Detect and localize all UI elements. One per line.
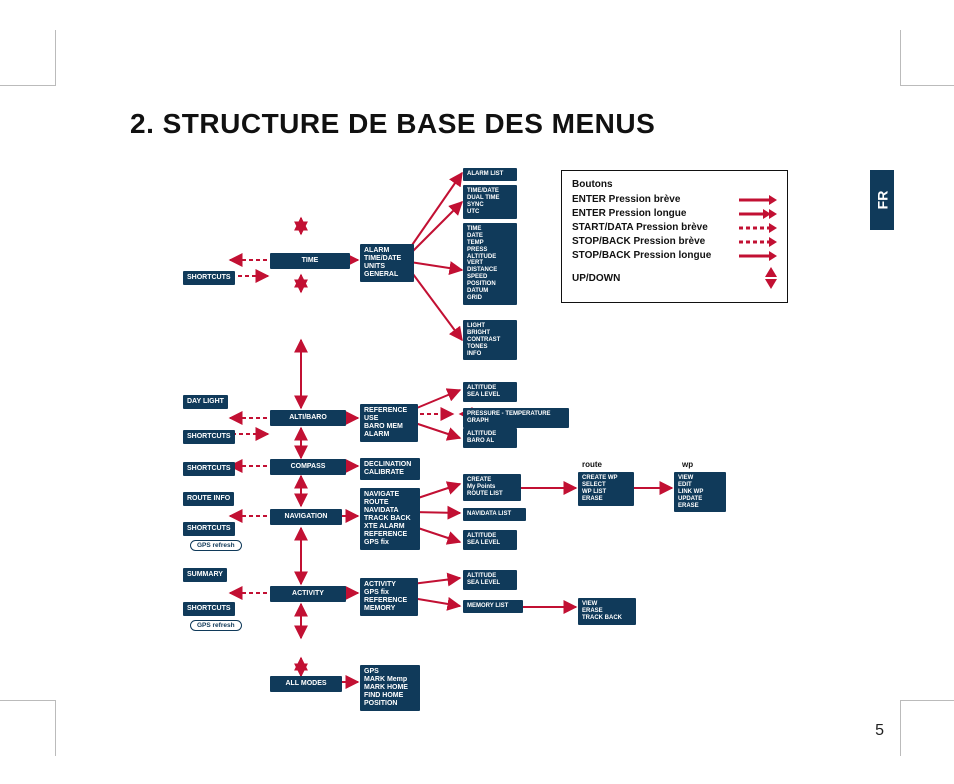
route-label: route bbox=[582, 460, 602, 469]
legend-label: UP/DOWN bbox=[572, 273, 620, 284]
mode-allmodes: ALL MODES bbox=[270, 676, 342, 692]
shortcuts-box: SHORTCUTS bbox=[183, 462, 235, 476]
legend-label: ENTER Pression brève bbox=[572, 194, 680, 205]
summary-box: SUMMARY bbox=[183, 568, 227, 582]
shortcuts-box: SHORTCUTS bbox=[183, 522, 235, 536]
ab-use-box: ALTITUDE BARO AL bbox=[463, 428, 517, 448]
mode-altibaro: ALTI/BARO bbox=[270, 410, 346, 426]
mode-time: TIME bbox=[270, 253, 350, 269]
arrow-solid-icon bbox=[739, 251, 777, 261]
legend-box: Boutons ENTER Pression brève ENTER Press… bbox=[561, 170, 788, 303]
shortcuts-box: SHORTCUTS bbox=[183, 602, 235, 616]
language-tab: FR bbox=[870, 170, 894, 230]
page-title: 2. STRUCTURE DE BASE DES MENUS bbox=[130, 108, 655, 140]
ab-reference-box: ALTITUDE SEA LEVEL bbox=[463, 382, 517, 402]
gps-refresh-pill: GPS refresh bbox=[190, 620, 242, 631]
compass-settings: DECLINATION CALIBRATE bbox=[360, 458, 420, 480]
arrow-solid-icon bbox=[739, 195, 777, 205]
time-settings: ALARM TIME/DATE UNITS GENERAL bbox=[360, 244, 414, 282]
wp-ops-box: VIEW EDIT LINK WP UPDATE ERASE bbox=[674, 472, 726, 512]
legend-row: STOP/BACK Pression brève bbox=[572, 236, 777, 247]
crop-mark bbox=[900, 700, 954, 756]
act-memory-box: MEMORY LIST bbox=[463, 600, 523, 613]
legend-title: Boutons bbox=[572, 179, 777, 190]
allmodes-settings: GPS MARK Memp MARK HOME FIND HOME POSITI… bbox=[360, 665, 420, 711]
legend-label: STOP/BACK Pression longue bbox=[572, 250, 711, 261]
arrow-dashed-icon bbox=[739, 237, 777, 247]
arrow-double-icon bbox=[739, 209, 777, 219]
gps-refresh-pill: GPS refresh bbox=[190, 540, 242, 551]
wp-label: wp bbox=[682, 460, 693, 469]
mode-navigation: NAVIGATION bbox=[270, 509, 342, 525]
shortcuts-box: SHORTCUTS bbox=[183, 430, 235, 444]
nav-route-box: CREATE My Points ROUTE LIST bbox=[463, 474, 521, 501]
daylight-box: DAY LIGHT bbox=[183, 395, 228, 409]
arrow-dashed-icon bbox=[739, 223, 777, 233]
crop-mark bbox=[900, 30, 954, 86]
nav-navidata-box: NAVIDATA LIST bbox=[463, 508, 526, 521]
legend-label: START/DATA Pression brève bbox=[572, 222, 708, 233]
legend-row: START/DATA Pression brève bbox=[572, 222, 777, 233]
route-ops-box: CREATE WP SELECT WP LIST ERASE bbox=[578, 472, 634, 506]
mode-activity: ACTIVITY bbox=[270, 586, 346, 602]
mode-compass: COMPASS bbox=[270, 459, 346, 475]
memory-ops-box: VIEW ERASE TRACK BACK bbox=[578, 598, 636, 625]
act-reference-box: ALTITUDE SEA LEVEL bbox=[463, 570, 517, 590]
shortcuts-box: SHORTCUTS bbox=[183, 271, 235, 285]
page-number: 5 bbox=[875, 722, 884, 740]
crop-mark bbox=[0, 700, 56, 756]
routeinfo-box: ROUTE INFO bbox=[183, 492, 234, 506]
nav-reference-box: ALTITUDE SEA LEVEL bbox=[463, 530, 517, 550]
general-box: LIGHT BRIGHT CONTRAST TONES INFO bbox=[463, 320, 517, 360]
arrow-updown-icon bbox=[765, 267, 777, 289]
legend-label: ENTER Pression longue bbox=[572, 208, 686, 219]
legend-row: ENTER Pression brève bbox=[572, 194, 777, 205]
units-box: TIME DATE TEMP PRESS ALTITUDE VERT DISTA… bbox=[463, 223, 517, 305]
crop-mark bbox=[0, 30, 56, 86]
legend-row: UP/DOWN bbox=[572, 267, 777, 289]
legend-row: STOP/BACK Pression longue bbox=[572, 250, 777, 261]
ab-graph-box: PRESSURE - TEMPERATURE GRAPH bbox=[463, 408, 569, 428]
alarm-list-box: ALARM LIST bbox=[463, 168, 517, 181]
timedate-box: TIME/DATE DUAL TIME SYNC UTC bbox=[463, 185, 517, 219]
legend-row: ENTER Pression longue bbox=[572, 208, 777, 219]
altibaro-settings: REFERENCE USE BARO MEM ALARM bbox=[360, 404, 418, 442]
navigation-settings: NAVIGATE ROUTE NAVIDATA TRACK BACK XTE A… bbox=[360, 488, 420, 550]
legend-label: STOP/BACK Pression brève bbox=[572, 236, 705, 247]
activity-settings: ACTIVITY GPS fix REFERENCE MEMORY bbox=[360, 578, 418, 616]
